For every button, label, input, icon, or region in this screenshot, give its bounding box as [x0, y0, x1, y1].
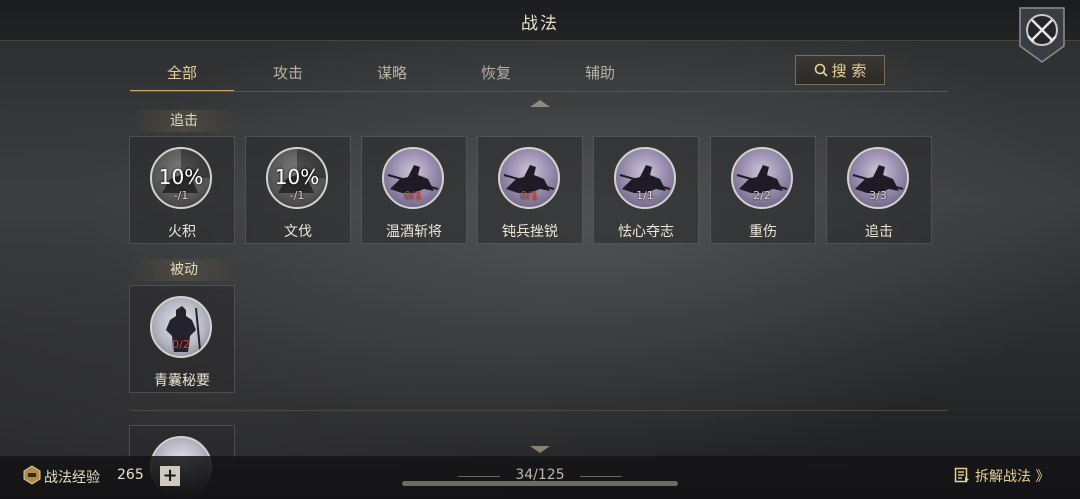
- tactic-card-dunbing[interactable]: 0/1 钝兵挫锐: [477, 136, 583, 244]
- tactic-name: 火积: [168, 224, 196, 240]
- cavalry-charge-icon: 0/1: [498, 147, 560, 209]
- tactic-name: 温酒斩将: [386, 224, 442, 240]
- scroll-down-icon[interactable]: [530, 446, 550, 453]
- document-list-icon: [954, 467, 970, 487]
- close-button[interactable]: [1016, 6, 1068, 64]
- tactic-card-wenjiu[interactable]: 0/1 温酒斩将: [361, 136, 467, 244]
- tactic-card-huoji[interactable]: 10% -/1 火积: [129, 136, 235, 244]
- tab-support[interactable]: 辅助: [548, 58, 652, 90]
- tactic-count: -/1: [289, 189, 305, 202]
- tactic-count: 3/3: [869, 189, 887, 202]
- cavalry-charge-icon: 2/2: [731, 147, 793, 209]
- add-exp-button[interactable]: +: [160, 466, 180, 486]
- search-label: 搜 索: [831, 62, 867, 80]
- tactic-name: 文伐: [284, 224, 312, 240]
- tactic-card-zhongshang[interactable]: 2/2 重伤: [710, 136, 816, 244]
- tactic-count: 2/2: [753, 189, 771, 202]
- tactic-card-zhuiji[interactable]: 3/3 追击: [826, 136, 932, 244]
- horseman-silhouette-icon: 10% -/1: [266, 147, 328, 209]
- tactic-name: 重伤: [749, 224, 777, 240]
- tactic-count: 0/1: [520, 189, 538, 202]
- progress-percent: 10%: [158, 165, 204, 189]
- page-indicator-line: [580, 476, 622, 477]
- tactic-count: -/1: [173, 189, 189, 202]
- tabs-divider: [130, 91, 948, 92]
- warrior-standing-icon: 0/2: [150, 296, 212, 358]
- search-button[interactable]: 搜 索: [795, 55, 885, 85]
- disassemble-tactic-button[interactable]: 拆解战法 》: [954, 466, 1049, 487]
- tab-strategy[interactable]: 谋略: [340, 58, 444, 90]
- tactic-count: 0/1: [404, 189, 422, 202]
- progress-percent: 10%: [274, 165, 320, 189]
- disassemble-label: 拆解战法 》: [975, 469, 1050, 485]
- tactic-card-wenfa[interactable]: 10% -/1 文伐: [245, 136, 351, 244]
- section-label-pursuit: 追击: [130, 110, 238, 132]
- top-bar: 战法: [0, 0, 1080, 41]
- cavalry-charge-icon: 3/3: [847, 147, 909, 209]
- tactic-exp-icon: [22, 465, 42, 485]
- exp-value: 265: [117, 467, 144, 483]
- tactic-card-qingnang[interactable]: 0/2 青囊秘要: [129, 285, 235, 393]
- tactic-name: 钝兵挫锐: [502, 224, 558, 240]
- tactic-count: 1/1: [636, 189, 654, 202]
- cavalry-charge-icon: 0/1: [382, 147, 444, 209]
- tactic-name: 青囊秘要: [154, 373, 210, 389]
- exp-label: 战法经验: [44, 470, 100, 486]
- section-divider: [130, 410, 948, 411]
- search-icon: [814, 57, 828, 87]
- tab-attack[interactable]: 攻击: [236, 58, 340, 90]
- horizontal-scrollbar[interactable]: [402, 481, 678, 486]
- page-title: 战法: [521, 14, 559, 34]
- tactic-card-qiexin[interactable]: 1/1 怯心夺志: [593, 136, 699, 244]
- crossed-swords-icon: [1019, 7, 1065, 63]
- horseman-silhouette-icon: 10% -/1: [150, 147, 212, 209]
- tab-all[interactable]: 全部: [130, 58, 234, 92]
- tactic-name: 怯心夺志: [618, 224, 674, 240]
- scroll-up-icon[interactable]: [530, 100, 550, 107]
- cavalry-charge-icon: 1/1: [614, 147, 676, 209]
- tactic-count: 0/2: [172, 338, 190, 351]
- page-indicator-line: [458, 476, 500, 477]
- tab-recovery[interactable]: 恢复: [444, 58, 548, 90]
- tactic-name: 追击: [865, 224, 893, 240]
- section-label-passive: 被动: [130, 259, 238, 281]
